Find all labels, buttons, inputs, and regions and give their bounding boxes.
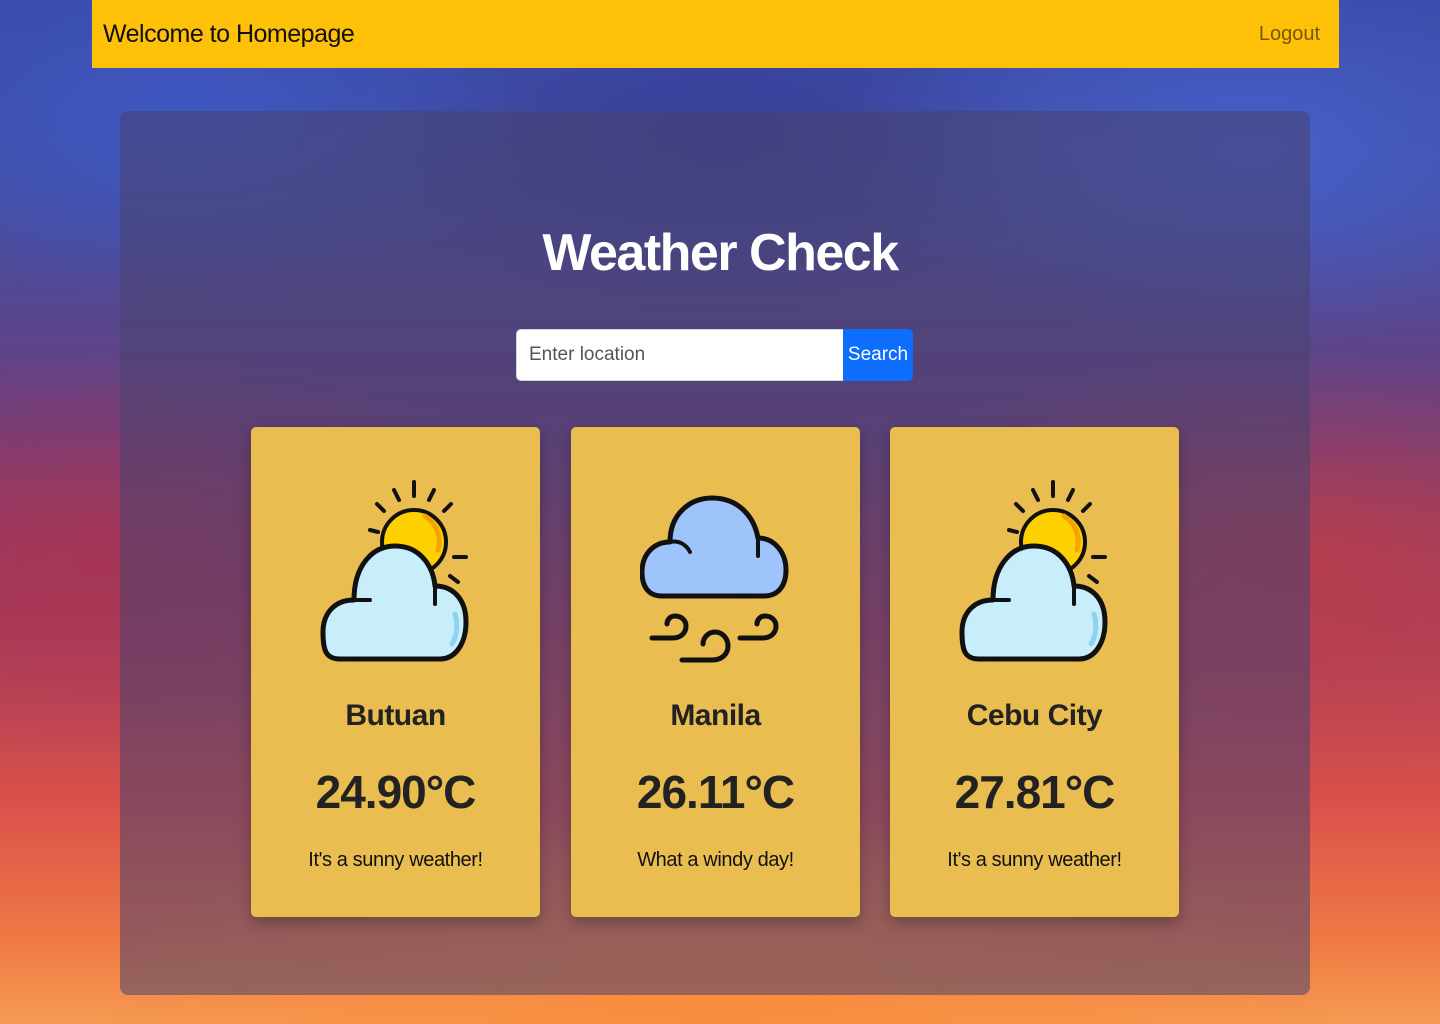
sun-behind-cloud-icon — [959, 480, 1108, 662]
city-name: Manila — [670, 699, 761, 732]
top-navbar: Welcome to Homepage Logout — [92, 0, 1339, 68]
location-search-input[interactable] — [516, 329, 843, 381]
weather-description: What a windy day! — [637, 849, 794, 871]
temperature-value: 27.81°C — [954, 766, 1116, 818]
city-name: Cebu City — [966, 699, 1103, 732]
temperature-value: 24.90°C — [315, 766, 477, 818]
weather-description: It's a sunny weather! — [308, 849, 483, 871]
search-group: Search — [516, 329, 913, 381]
weather-card-butuan: Butuan 24.90°C It's a sunny weather! — [251, 427, 540, 917]
search-button[interactable]: Search — [843, 329, 913, 381]
logout-link[interactable]: Logout — [1259, 23, 1320, 46]
weather-card-manila: Manila 26.11°C What a windy day! — [571, 427, 860, 917]
sun-behind-cloud-icon — [320, 480, 469, 662]
navbar-brand[interactable]: Welcome to Homepage — [103, 20, 355, 49]
weather-description: It's a sunny weather! — [947, 849, 1122, 871]
windy-cloud-icon — [640, 495, 789, 663]
temperature-value: 26.11°C — [636, 766, 795, 818]
city-name: Butuan — [345, 699, 446, 732]
page-title: Weather Check — [542, 224, 899, 282]
weather-card-cebu-city: Cebu City 27.81°C It's a sunny weather! — [890, 427, 1179, 917]
